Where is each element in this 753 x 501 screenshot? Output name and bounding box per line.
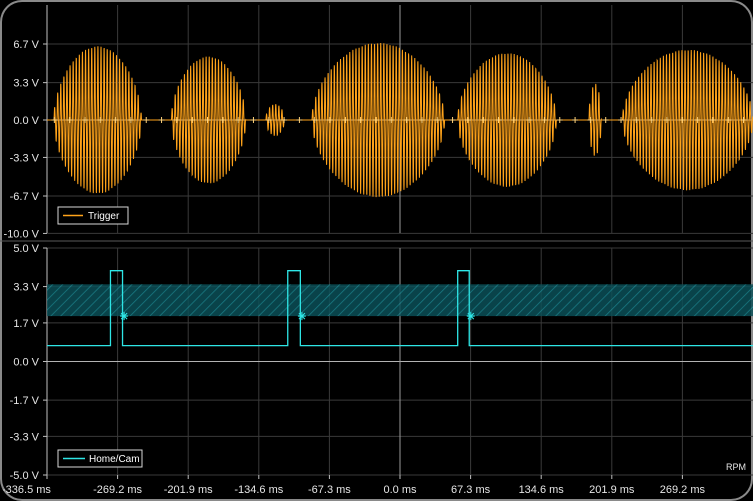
threshold-band <box>47 284 753 317</box>
home-cam-trigger-marker <box>466 312 475 321</box>
x-tick-label: -134.6 ms <box>234 484 283 496</box>
trigger-crossing-marker <box>143 117 150 123</box>
rpm-label: RPM <box>726 462 746 472</box>
y-tick-label: -5.0 V <box>10 470 40 482</box>
trigger-crossing-marker <box>158 117 165 123</box>
y-tick-label: 0.0 V <box>13 115 39 127</box>
trigger-crossing-marker <box>250 117 257 123</box>
home-cam-trigger-marker <box>120 312 129 321</box>
x-tick-label: -269.2 ms <box>93 484 142 496</box>
trigger-crossing-marker <box>556 117 563 123</box>
x-tick-label: 67.3 ms <box>451 484 491 496</box>
scope-plot: 6.7 V 3.3 V 0.0 V -3.3 V -6.7 V -10.0 V 5.0 V 3… <box>0 5 753 496</box>
y-tick-label: -6.7 V <box>10 191 40 203</box>
legend-trigger-label: Trigger <box>88 211 120 222</box>
y-tick-label: 1.7 V <box>13 318 39 330</box>
y-tick-label: 3.3 V <box>13 282 39 294</box>
x-tick-label: -67.3 ms <box>308 484 351 496</box>
y-tick-label: -10.0 V <box>4 228 40 240</box>
legend-home-cam-label: Home/Cam <box>89 454 140 465</box>
trigger-crossing-marker <box>602 117 609 123</box>
x-tick-label: 269.2 ms <box>660 484 706 496</box>
legend-trigger[interactable]: Trigger <box>57 206 129 225</box>
x-tick-label: 0.0 ms <box>383 484 417 496</box>
y-tick-label: -3.3 V <box>10 431 40 443</box>
y-tick-label: -3.3 V <box>10 152 40 164</box>
y-tick-label: 3.3 V <box>13 78 39 90</box>
oscilloscope-view: 6.7 V 3.3 V 0.0 V -3.3 V -6.7 V -10.0 V 5.0 V 3… <box>0 0 753 501</box>
y-tick-label: 0.0 V <box>13 357 39 369</box>
x-tick-label: -336.5 ms <box>2 484 51 496</box>
legend-home-cam[interactable]: Home/Cam <box>57 449 143 468</box>
y-tick-label: -1.7 V <box>10 395 40 407</box>
trigger-crossing-marker <box>281 117 288 123</box>
y-tick-label: 5.0 V <box>13 243 39 255</box>
threshold-band-area <box>47 284 753 317</box>
x-tick-label: -201.9 ms <box>164 484 213 496</box>
home-cam-trigger-marker <box>297 312 306 321</box>
trigger-crossing-marker <box>296 117 303 123</box>
trigger-crossing-marker <box>449 117 456 123</box>
trigger-crossing-marker <box>572 117 579 123</box>
x-tick-label: 201.9 ms <box>589 484 635 496</box>
y-tick-label: 6.7 V <box>13 39 39 51</box>
x-tick-label: 134.6 ms <box>519 484 565 496</box>
